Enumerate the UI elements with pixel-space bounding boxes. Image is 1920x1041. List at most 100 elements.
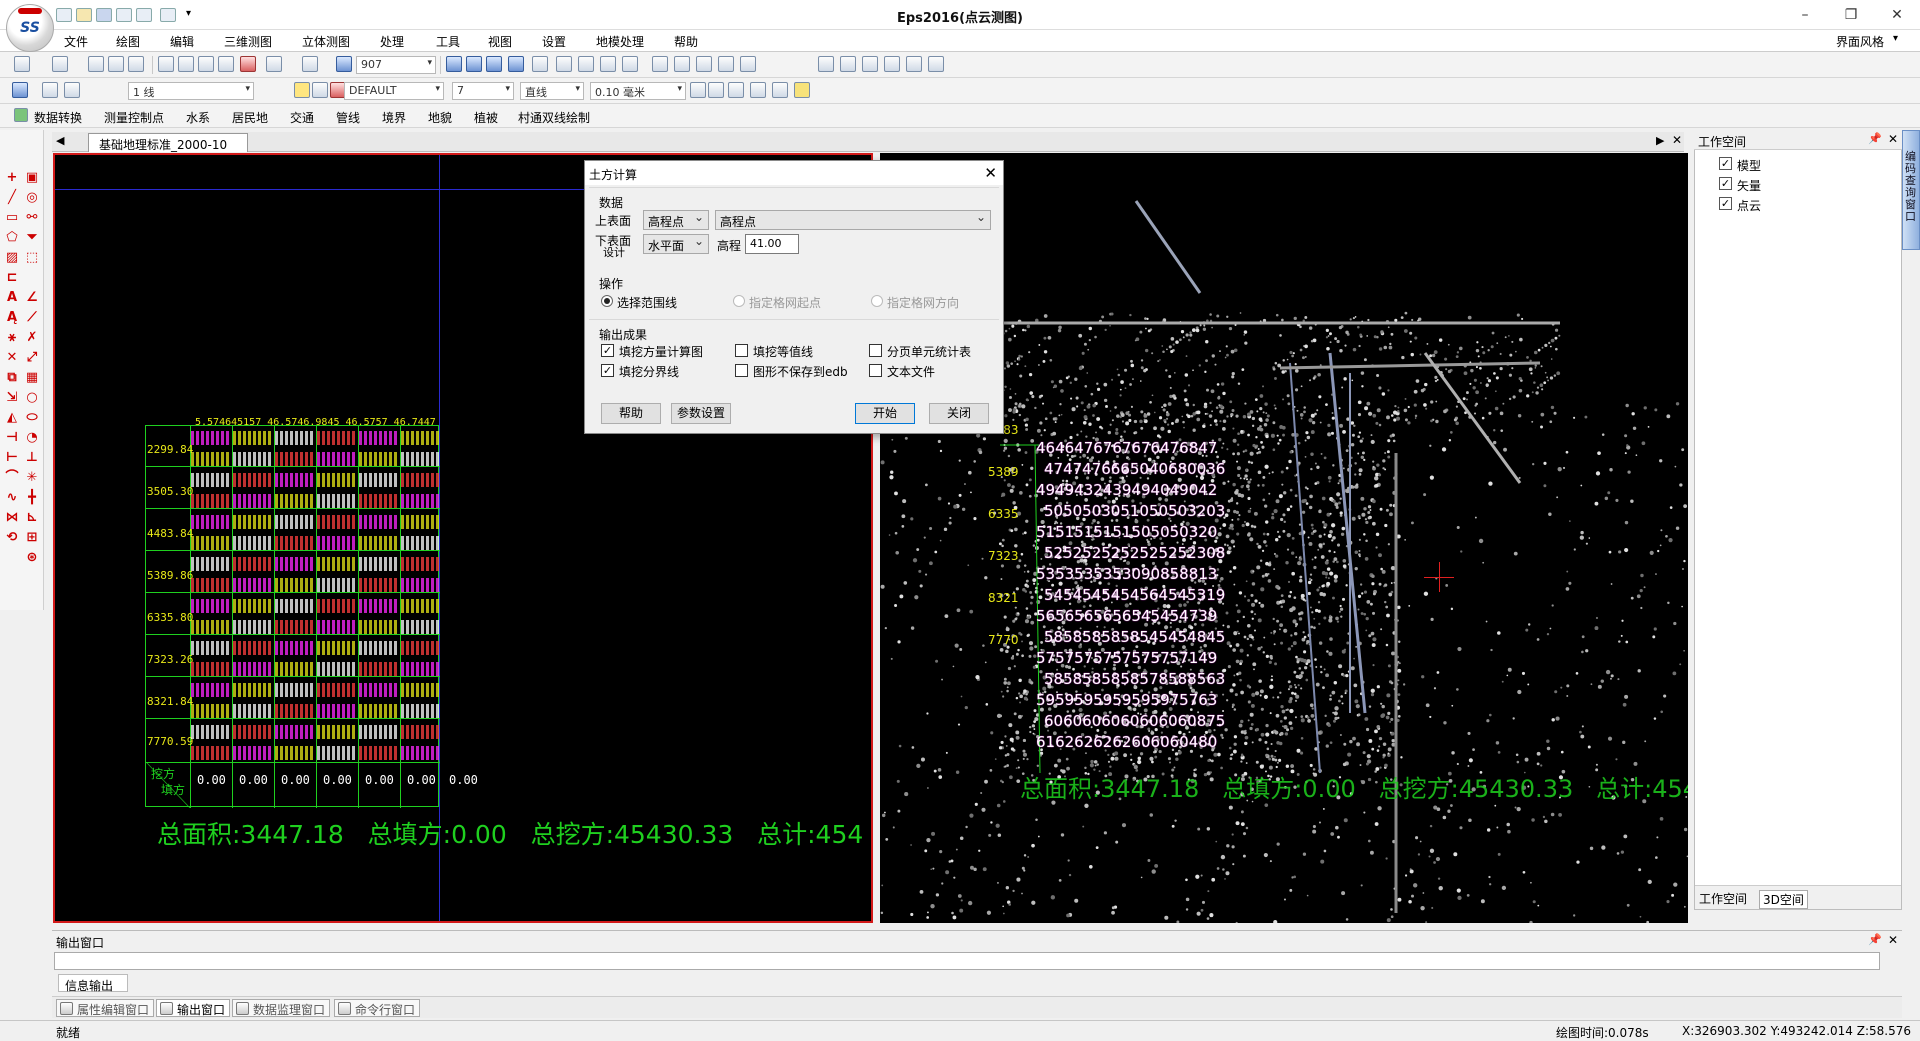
- layer-combo[interactable]: 1 线: [128, 82, 254, 100]
- checkbox-fill-boundary[interactable]: ✓: [601, 364, 614, 377]
- toolbar-traffic[interactable]: 交通: [290, 109, 314, 126]
- feature-code-combo[interactable]: 907: [356, 56, 436, 74]
- undo-icon[interactable]: [14, 56, 30, 72]
- workspace-close-icon[interactable]: ✕: [1888, 132, 1898, 146]
- menu-tools[interactable]: 工具: [436, 33, 460, 50]
- menu-draw[interactable]: 绘图: [116, 33, 140, 50]
- area-fill-tool-icon[interactable]: ▨: [4, 250, 20, 266]
- start-button[interactable]: 开始: [855, 403, 915, 424]
- layer-icon[interactable]: [266, 56, 282, 72]
- menu-settings[interactable]: 设置: [542, 33, 566, 50]
- toolbar-data-convert[interactable]: 数据转换: [34, 109, 82, 126]
- menu-file[interactable]: 文件: [64, 33, 88, 50]
- lock-icon[interactable]: [312, 82, 328, 98]
- lower-type-select[interactable]: 水平面: [643, 234, 709, 254]
- edit-text-tool-icon[interactable]: Ą: [4, 310, 20, 326]
- output-close-icon[interactable]: ✕: [1888, 933, 1898, 947]
- grid-view-icon[interactable]: [446, 56, 462, 72]
- output-pin-icon[interactable]: 📌: [1868, 933, 1882, 946]
- checkbox-vector[interactable]: ✓: [1719, 177, 1732, 190]
- tab-scroll-right-icon[interactable]: ▶: [1656, 134, 1664, 147]
- zoom-in-icon[interactable]: [178, 56, 194, 72]
- table-icon[interactable]: [508, 56, 524, 72]
- dialog-close-icon[interactable]: ✕: [984, 164, 997, 182]
- toolbar-control-points[interactable]: 测量控制点: [104, 109, 164, 126]
- workspace-item-vector[interactable]: 矢量: [1737, 177, 1761, 194]
- checkbox-fill-contour[interactable]: [735, 344, 748, 357]
- theme-style-menu[interactable]: 界面风格: [1836, 33, 1884, 50]
- toolbar-vegetation[interactable]: 植被: [474, 109, 498, 126]
- layer-manager-icon[interactable]: [12, 82, 28, 98]
- theme-dropdown-icon[interactable]: ▾: [1893, 33, 1898, 44]
- params-button[interactable]: 参数设置: [671, 403, 731, 424]
- select-box-icon[interactable]: ⬚: [24, 250, 40, 266]
- copy-tool-icon[interactable]: ⧉: [4, 370, 20, 386]
- tool-icon[interactable]: [928, 56, 944, 72]
- copy-props-icon[interactable]: [708, 82, 724, 98]
- maximize-button[interactable]: ❐: [1828, 0, 1874, 30]
- menu-stereo-mapping[interactable]: 立体测图: [302, 33, 350, 50]
- minimize-button[interactable]: –: [1782, 0, 1828, 30]
- code-query-side-tab[interactable]: 编码查询窗口: [1902, 130, 1920, 250]
- angle-icon[interactable]: ∠: [24, 290, 40, 306]
- workspace-item-pointcloud[interactable]: 点云: [1737, 197, 1761, 214]
- extend-tool-icon[interactable]: ⊢: [4, 450, 20, 466]
- text-ab-icon[interactable]: [718, 56, 734, 72]
- toolbar-village-road[interactable]: 村通双线绘制: [518, 109, 590, 126]
- tab-attribute-edit[interactable]: 属性编辑窗口: [56, 999, 155, 1017]
- slope-icon[interactable]: ⟋: [24, 310, 40, 326]
- cut-icon[interactable]: [88, 56, 104, 72]
- redo-icon[interactable]: [52, 56, 68, 72]
- brush-icon[interactable]: [750, 82, 766, 98]
- break-tool-icon[interactable]: ⋈: [4, 510, 20, 526]
- move-tool-icon[interactable]: ⇲: [4, 390, 20, 406]
- select-lines-icon[interactable]: [674, 56, 690, 72]
- node-tool-icon[interactable]: ⚹: [4, 330, 20, 346]
- trim-tool-icon[interactable]: ⊣: [4, 430, 20, 446]
- checkbox-model[interactable]: ✓: [1719, 157, 1732, 170]
- output-text-area[interactable]: [54, 952, 1880, 970]
- close-button[interactable]: ✕: [1874, 0, 1920, 30]
- tab-command-line[interactable]: 命令行窗口: [334, 999, 421, 1017]
- link-icon[interactable]: ⚯: [24, 210, 40, 226]
- draw-poly-icon[interactable]: [578, 56, 594, 72]
- monitor-icon[interactable]: [772, 82, 788, 98]
- offset-icon[interactable]: ◔: [24, 430, 40, 446]
- perpendicular-icon[interactable]: ⊥: [24, 450, 40, 466]
- refresh-icon[interactable]: [240, 56, 256, 72]
- cross-icon[interactable]: ✗: [24, 330, 40, 346]
- arc-tool-icon[interactable]: ⌒: [4, 470, 20, 486]
- radio-select-range[interactable]: [601, 295, 613, 307]
- copy-icon[interactable]: [108, 56, 124, 72]
- workspace-item-model[interactable]: 模型: [1737, 157, 1761, 174]
- join-tool-icon[interactable]: ⟲: [4, 530, 20, 546]
- draw-ellipse-icon[interactable]: [622, 56, 638, 72]
- measure-tool-icon[interactable]: ⊏: [4, 270, 20, 286]
- tab-3d-space[interactable]: 3D空间: [1759, 890, 1808, 909]
- axis-icon[interactable]: ⊾: [24, 510, 40, 526]
- snap-icon[interactable]: [302, 56, 318, 72]
- pin-icon[interactable]: 📌: [1868, 132, 1882, 145]
- toolbar-landform[interactable]: 地貌: [428, 109, 452, 126]
- tab-workspace[interactable]: 工作空间: [1699, 890, 1747, 907]
- tab-scroll-left-icon[interactable]: ◀: [56, 134, 64, 147]
- target-icon[interactable]: ⊛: [24, 550, 40, 566]
- menu-process[interactable]: 处理: [380, 33, 404, 50]
- mirror-tool-icon[interactable]: ◭: [4, 410, 20, 426]
- toolbar-boundary[interactable]: 境界: [382, 109, 406, 126]
- info-output-tab[interactable]: 信息输出: [58, 974, 128, 993]
- grid-view-3-icon[interactable]: [486, 56, 502, 72]
- filter-icon[interactable]: ⏷: [24, 230, 40, 246]
- copy-feature-icon[interactable]: ▣: [24, 170, 40, 186]
- menu-view[interactable]: 视图: [488, 33, 512, 50]
- rect-tool-icon[interactable]: ▭: [4, 210, 20, 226]
- checkbox-page-table[interactable]: [869, 344, 882, 357]
- tab-data-supervision[interactable]: 数据监理窗口: [232, 999, 331, 1017]
- line-tool-icon[interactable]: ╱: [4, 190, 20, 206]
- text-tool-icon[interactable]: A: [4, 290, 20, 306]
- hatch-icon[interactable]: ▦: [24, 370, 40, 386]
- toolbar-residential[interactable]: 居民地: [232, 109, 268, 126]
- color-combo[interactable]: 7: [452, 82, 514, 100]
- elevation-input[interactable]: 41.00: [745, 234, 799, 254]
- lightbulb-icon[interactable]: [294, 82, 310, 98]
